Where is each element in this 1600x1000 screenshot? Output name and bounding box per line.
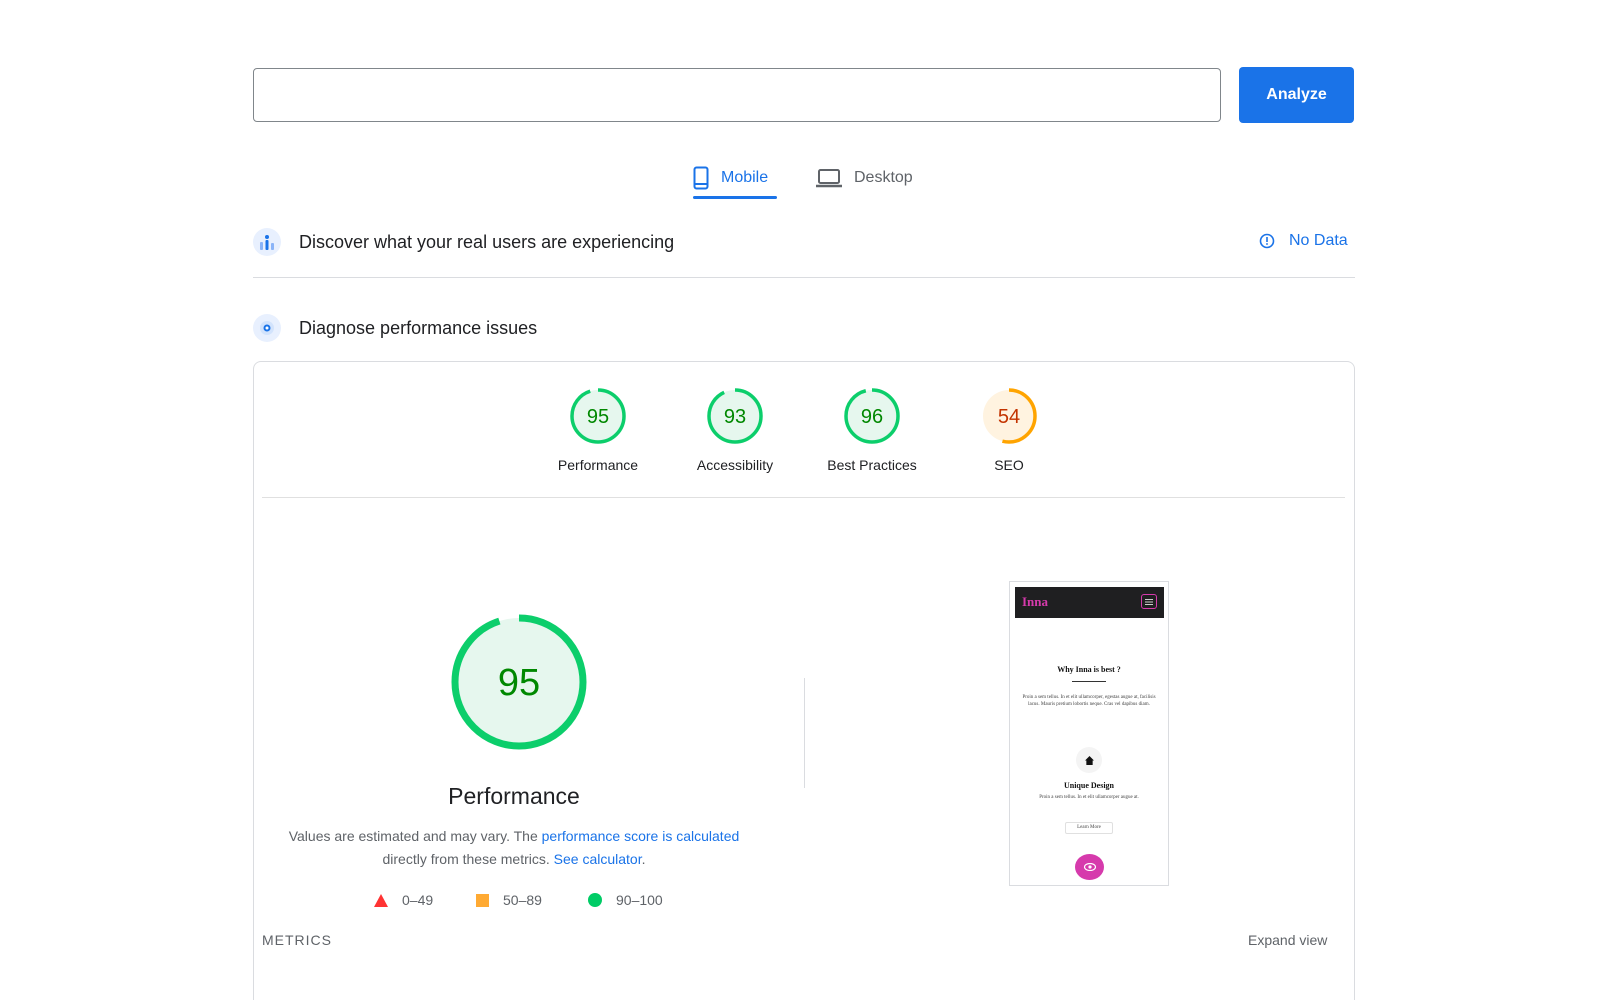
tab-mobile-label: Mobile xyxy=(721,169,769,186)
screenshot-logo: Inna xyxy=(1022,594,1049,609)
screenshot-feature-title: Unique Design xyxy=(1063,781,1114,790)
gauge-score: 95 xyxy=(587,406,609,428)
performance-score: 95 xyxy=(498,662,540,704)
performance-description: Values are estimated and may vary. The p… xyxy=(288,828,740,867)
gauge-label: Accessibility xyxy=(696,457,774,473)
square-icon xyxy=(476,893,489,907)
score-calculation-link[interactable]: performance score is calculated xyxy=(542,828,740,844)
tab-mobile[interactable]: Mobile xyxy=(693,156,768,200)
gauge-ring: 54 xyxy=(981,388,1037,444)
triangle-icon xyxy=(374,893,388,907)
gauge-label: Best Practices xyxy=(827,457,917,473)
lab-data-title: Diagnose performance issues xyxy=(299,317,538,338)
lighthouse-icon xyxy=(253,314,281,342)
gauge-best-practices[interactable]: 96 Best Practices xyxy=(817,387,927,473)
no-data-label: No Data xyxy=(1289,232,1348,249)
hamburger-menu-icon xyxy=(1141,594,1157,609)
lab-data-header: Diagnose performance issues xyxy=(253,314,537,342)
legend-range: 50–89 xyxy=(503,892,542,908)
expand-view-toggle[interactable]: Expand view xyxy=(1248,932,1327,948)
card-divider xyxy=(262,497,1345,498)
field-data-title: Discover what your real users are experi… xyxy=(299,231,675,252)
home-icon xyxy=(1076,747,1102,773)
active-tab-indicator xyxy=(693,196,777,199)
no-data-status[interactable]: No Data xyxy=(1259,232,1348,250)
screenshot-rule xyxy=(1072,681,1106,682)
screenshot-button: Learn More xyxy=(1065,822,1113,834)
legend-pass: 90–100 xyxy=(588,892,663,908)
tab-desktop-label: Desktop xyxy=(854,169,913,186)
vertical-divider xyxy=(804,678,805,788)
circle-icon xyxy=(588,893,602,907)
screenshot-navbar: Inna xyxy=(1015,587,1164,618)
gauge-performance[interactable]: 95 Performance xyxy=(543,387,653,473)
legend-range: 0–49 xyxy=(402,892,434,908)
see-calculator-link[interactable]: See calculator xyxy=(554,851,642,867)
gauge-accessibility[interactable]: 93 Accessibility xyxy=(680,387,790,473)
gauge-score: 93 xyxy=(724,406,746,428)
users-chart-icon xyxy=(253,228,281,256)
performance-gauge-large: 95 xyxy=(449,612,589,757)
metrics-heading: METRICS xyxy=(262,932,332,948)
gauge-label: Performance xyxy=(557,457,639,473)
gauge-ring: 96 xyxy=(844,388,900,444)
legend-average: 50–89 xyxy=(476,892,542,908)
eye-icon xyxy=(1075,854,1104,880)
tab-desktop[interactable]: Desktop xyxy=(816,156,913,200)
results-card: 95 Performance 93 Accessibility 96 Best … xyxy=(253,361,1355,1000)
gauge-score: 96 xyxy=(861,406,883,428)
info-icon xyxy=(1259,233,1275,249)
gauge-ring: 95 xyxy=(570,388,626,444)
screenshot-heading: Why Inna is best ? xyxy=(1057,665,1121,674)
gauge-ring: 93 xyxy=(707,388,763,444)
analyze-button[interactable]: Analyze xyxy=(1239,67,1354,123)
laptop-icon xyxy=(816,168,842,188)
url-input[interactable] xyxy=(253,68,1221,122)
final-screenshot[interactable]: Inna Why Inna is best ? Proin a sem tell… xyxy=(1009,581,1169,886)
performance-title: Performance xyxy=(448,783,580,809)
field-data-header: Discover what your real users are experi… xyxy=(253,228,674,256)
legend-range: 90–100 xyxy=(616,892,663,908)
smartphone-icon xyxy=(693,166,709,190)
gauge-seo[interactable]: 54 SEO xyxy=(954,387,1064,473)
section-divider xyxy=(253,277,1355,278)
gauge-label: SEO xyxy=(994,457,1024,473)
screenshot-paragraph: Proin a sem tellus. In et elit ullamcorp… xyxy=(1022,695,1156,707)
screenshot-feature-text: Proin a sem tellus. In et elit ullamcorp… xyxy=(1039,795,1139,800)
legend-fail: 0–49 xyxy=(374,892,433,908)
gauge-score: 54 xyxy=(998,406,1020,428)
